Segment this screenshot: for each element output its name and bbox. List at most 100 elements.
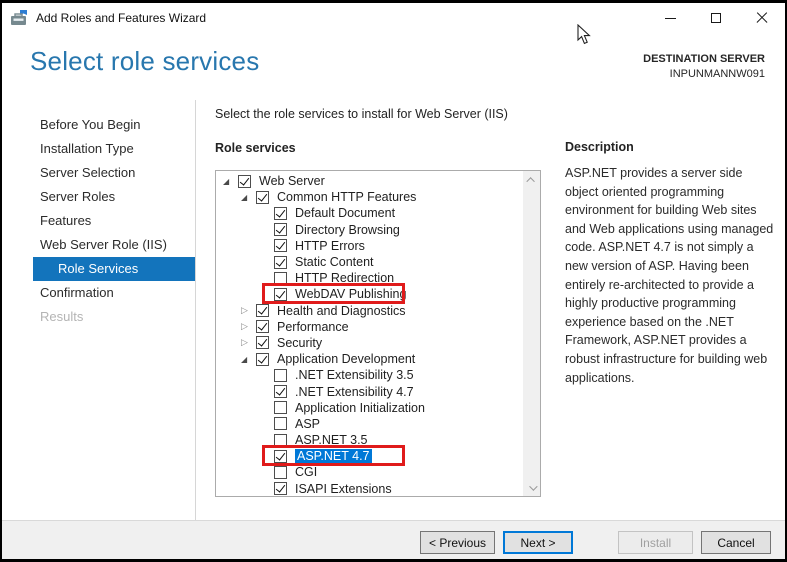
tree-item-label[interactable]: Common HTTP Features (277, 190, 416, 204)
checkbox-static-content[interactable] (274, 256, 287, 269)
tree-scrollbar[interactable] (523, 171, 540, 496)
checkbox-application-initialization[interactable] (274, 401, 287, 414)
tree-item-web-server[interactable]: ◢ Web Server (216, 173, 523, 189)
sidebar-item-role-services[interactable]: Role Services (33, 257, 195, 281)
sidebar-item-web-server-role-iis[interactable]: Web Server Role (IIS) (0, 233, 195, 257)
checkbox-web-server[interactable] (238, 175, 251, 188)
page-title: Select role services (30, 46, 259, 77)
checkbox-cgi[interactable] (274, 466, 287, 479)
checkbox-asp-net-4-7[interactable] (274, 450, 287, 463)
tree-item-label[interactable]: Directory Browsing (295, 223, 400, 237)
tree-item-label[interactable]: Application Initialization (295, 401, 425, 415)
tree-item-default-document[interactable]: Default Document (216, 205, 523, 221)
sidebar-item-features[interactable]: Features (0, 209, 195, 233)
tree-expand-icon[interactable]: ▷ (241, 322, 256, 332)
tree-item-webdav-publishing[interactable]: WebDAV Publishing (216, 286, 523, 302)
previous-button[interactable]: < Previous (420, 531, 495, 554)
tree-item-label[interactable]: ISAPI Extensions (295, 482, 392, 496)
tree-item-isapi-extensions[interactable]: ISAPI Extensions (216, 481, 523, 497)
checkbox-application-development[interactable] (256, 353, 269, 366)
sidebar-divider (195, 100, 196, 520)
tree-item-asp[interactable]: ASP (216, 416, 523, 432)
minimize-button[interactable] (647, 3, 693, 33)
maximize-icon (711, 13, 721, 23)
tree-item-application-development[interactable]: ◢ Application Development (216, 351, 523, 367)
tree-item-security[interactable]: ▷ Security (216, 335, 523, 351)
tree-item-label[interactable]: Static Content (295, 255, 374, 269)
checkbox-http-errors[interactable] (274, 239, 287, 252)
checkbox-webdav-publishing[interactable] (274, 288, 287, 301)
tree-item-asp-net-3-5[interactable]: ASP.NET 3.5 (216, 432, 523, 448)
tree-item-label[interactable]: HTTP Redirection (295, 271, 394, 285)
tree-collapse-icon[interactable]: ◢ (241, 355, 256, 364)
role-services-tree[interactable]: ◢Web Server◢Common HTTP FeaturesDefault … (215, 170, 541, 497)
tree-item-label[interactable]: .NET Extensibility 3.5 (295, 368, 414, 382)
tree-item-label[interactable]: CGI (295, 465, 317, 479)
sidebar-item-server-selection[interactable]: Server Selection (0, 161, 195, 185)
tree-item-label[interactable]: ASP (295, 417, 320, 431)
tree-item-asp-net-4-7[interactable]: ASP.NET 4.7 (216, 448, 523, 464)
checkbox-asp[interactable] (274, 417, 287, 430)
cancel-button[interactable]: Cancel (701, 531, 771, 554)
destination-server-name: INPUNMANNW091 (643, 67, 765, 82)
tree-item-label[interactable]: ASP.NET 3.5 (295, 433, 368, 447)
checkbox-asp-net-3-5[interactable] (274, 434, 287, 447)
checkbox-performance[interactable] (256, 320, 269, 333)
checkbox-net-extensibility-4-7[interactable] (274, 385, 287, 398)
tree-item-label[interactable]: Security (277, 336, 322, 350)
tree-expand-icon[interactable]: ▷ (241, 306, 256, 316)
checkbox-common-http-features[interactable] (256, 191, 269, 204)
sidebar-item-confirmation[interactable]: Confirmation (0, 281, 195, 305)
tree-item-label[interactable]: Default Document (295, 206, 395, 220)
sidebar-item-server-roles[interactable]: Server Roles (0, 185, 195, 209)
checkbox-isapi-extensions[interactable] (274, 482, 287, 495)
checkbox-net-extensibility-3-5[interactable] (274, 369, 287, 382)
instruction-text: Select the role services to install for … (215, 107, 508, 121)
destination-server-block: DESTINATION SERVER INPUNMANNW091 (643, 52, 765, 82)
tree-expand-icon[interactable]: ▷ (241, 338, 256, 348)
next-button[interactable]: Next > (503, 531, 573, 554)
tree-item-label[interactable]: WebDAV Publishing (295, 287, 406, 301)
tree-item-label[interactable]: Health and Diagnostics (277, 304, 406, 318)
checkbox-http-redirection[interactable] (274, 272, 287, 285)
tree-item-common-http-features[interactable]: ◢ Common HTTP Features (216, 189, 523, 205)
add-roles-features-wizard-window: Add Roles and Features Wizard Select rol… (0, 0, 787, 562)
tree-item-label[interactable]: .NET Extensibility 4.7 (295, 385, 414, 399)
maximize-button[interactable] (693, 3, 739, 33)
tree-item-directory-browsing[interactable]: Directory Browsing (216, 222, 523, 238)
tree-item-cgi[interactable]: CGI (216, 464, 523, 480)
destination-server-label: DESTINATION SERVER (643, 52, 765, 67)
chevron-down-icon (529, 482, 537, 490)
tree-item-label[interactable]: ASP.NET 4.7 (295, 449, 372, 463)
minimize-icon (665, 18, 676, 19)
tree-item-net-extensibility-4-7[interactable]: .NET Extensibility 4.7 (216, 383, 523, 399)
sidebar-item-before-you-begin[interactable]: Before You Begin (0, 113, 195, 137)
scroll-up-button[interactable] (523, 171, 540, 188)
sidebar-item-installation-type[interactable]: Installation Type (0, 137, 195, 161)
tree-item-label[interactable]: HTTP Errors (295, 239, 365, 253)
tree-item-http-redirection[interactable]: HTTP Redirection (216, 270, 523, 286)
close-button[interactable] (739, 3, 785, 33)
description-panel: Description ASP.NET provides a server si… (565, 140, 776, 387)
tree-item-application-initialization[interactable]: Application Initialization (216, 400, 523, 416)
tree-item-label[interactable]: Web Server (259, 174, 325, 188)
tree-item-label[interactable]: Performance (277, 320, 349, 334)
role-services-label: Role services (215, 141, 296, 155)
tree-item-health-and-diagnostics[interactable]: ▷ Health and Diagnostics (216, 303, 523, 319)
titlebar: Add Roles and Features Wizard (2, 3, 785, 33)
tree-item-performance[interactable]: ▷ Performance (216, 319, 523, 335)
checkbox-security[interactable] (256, 336, 269, 349)
tree-collapse-icon[interactable]: ◢ (241, 193, 256, 202)
checkbox-directory-browsing[interactable] (274, 223, 287, 236)
server-manager-wizard-icon (10, 10, 28, 26)
tree-collapse-icon[interactable]: ◢ (223, 177, 238, 186)
tree-item-net-extensibility-3-5[interactable]: .NET Extensibility 3.5 (216, 367, 523, 383)
tree-item-static-content[interactable]: Static Content (216, 254, 523, 270)
close-icon (756, 12, 768, 24)
tree-item-http-errors[interactable]: HTTP Errors (216, 238, 523, 254)
description-title: Description (565, 140, 776, 154)
checkbox-health-and-diagnostics[interactable] (256, 304, 269, 317)
tree-item-label[interactable]: Application Development (277, 352, 415, 366)
scroll-down-button[interactable] (523, 479, 540, 496)
checkbox-default-document[interactable] (274, 207, 287, 220)
